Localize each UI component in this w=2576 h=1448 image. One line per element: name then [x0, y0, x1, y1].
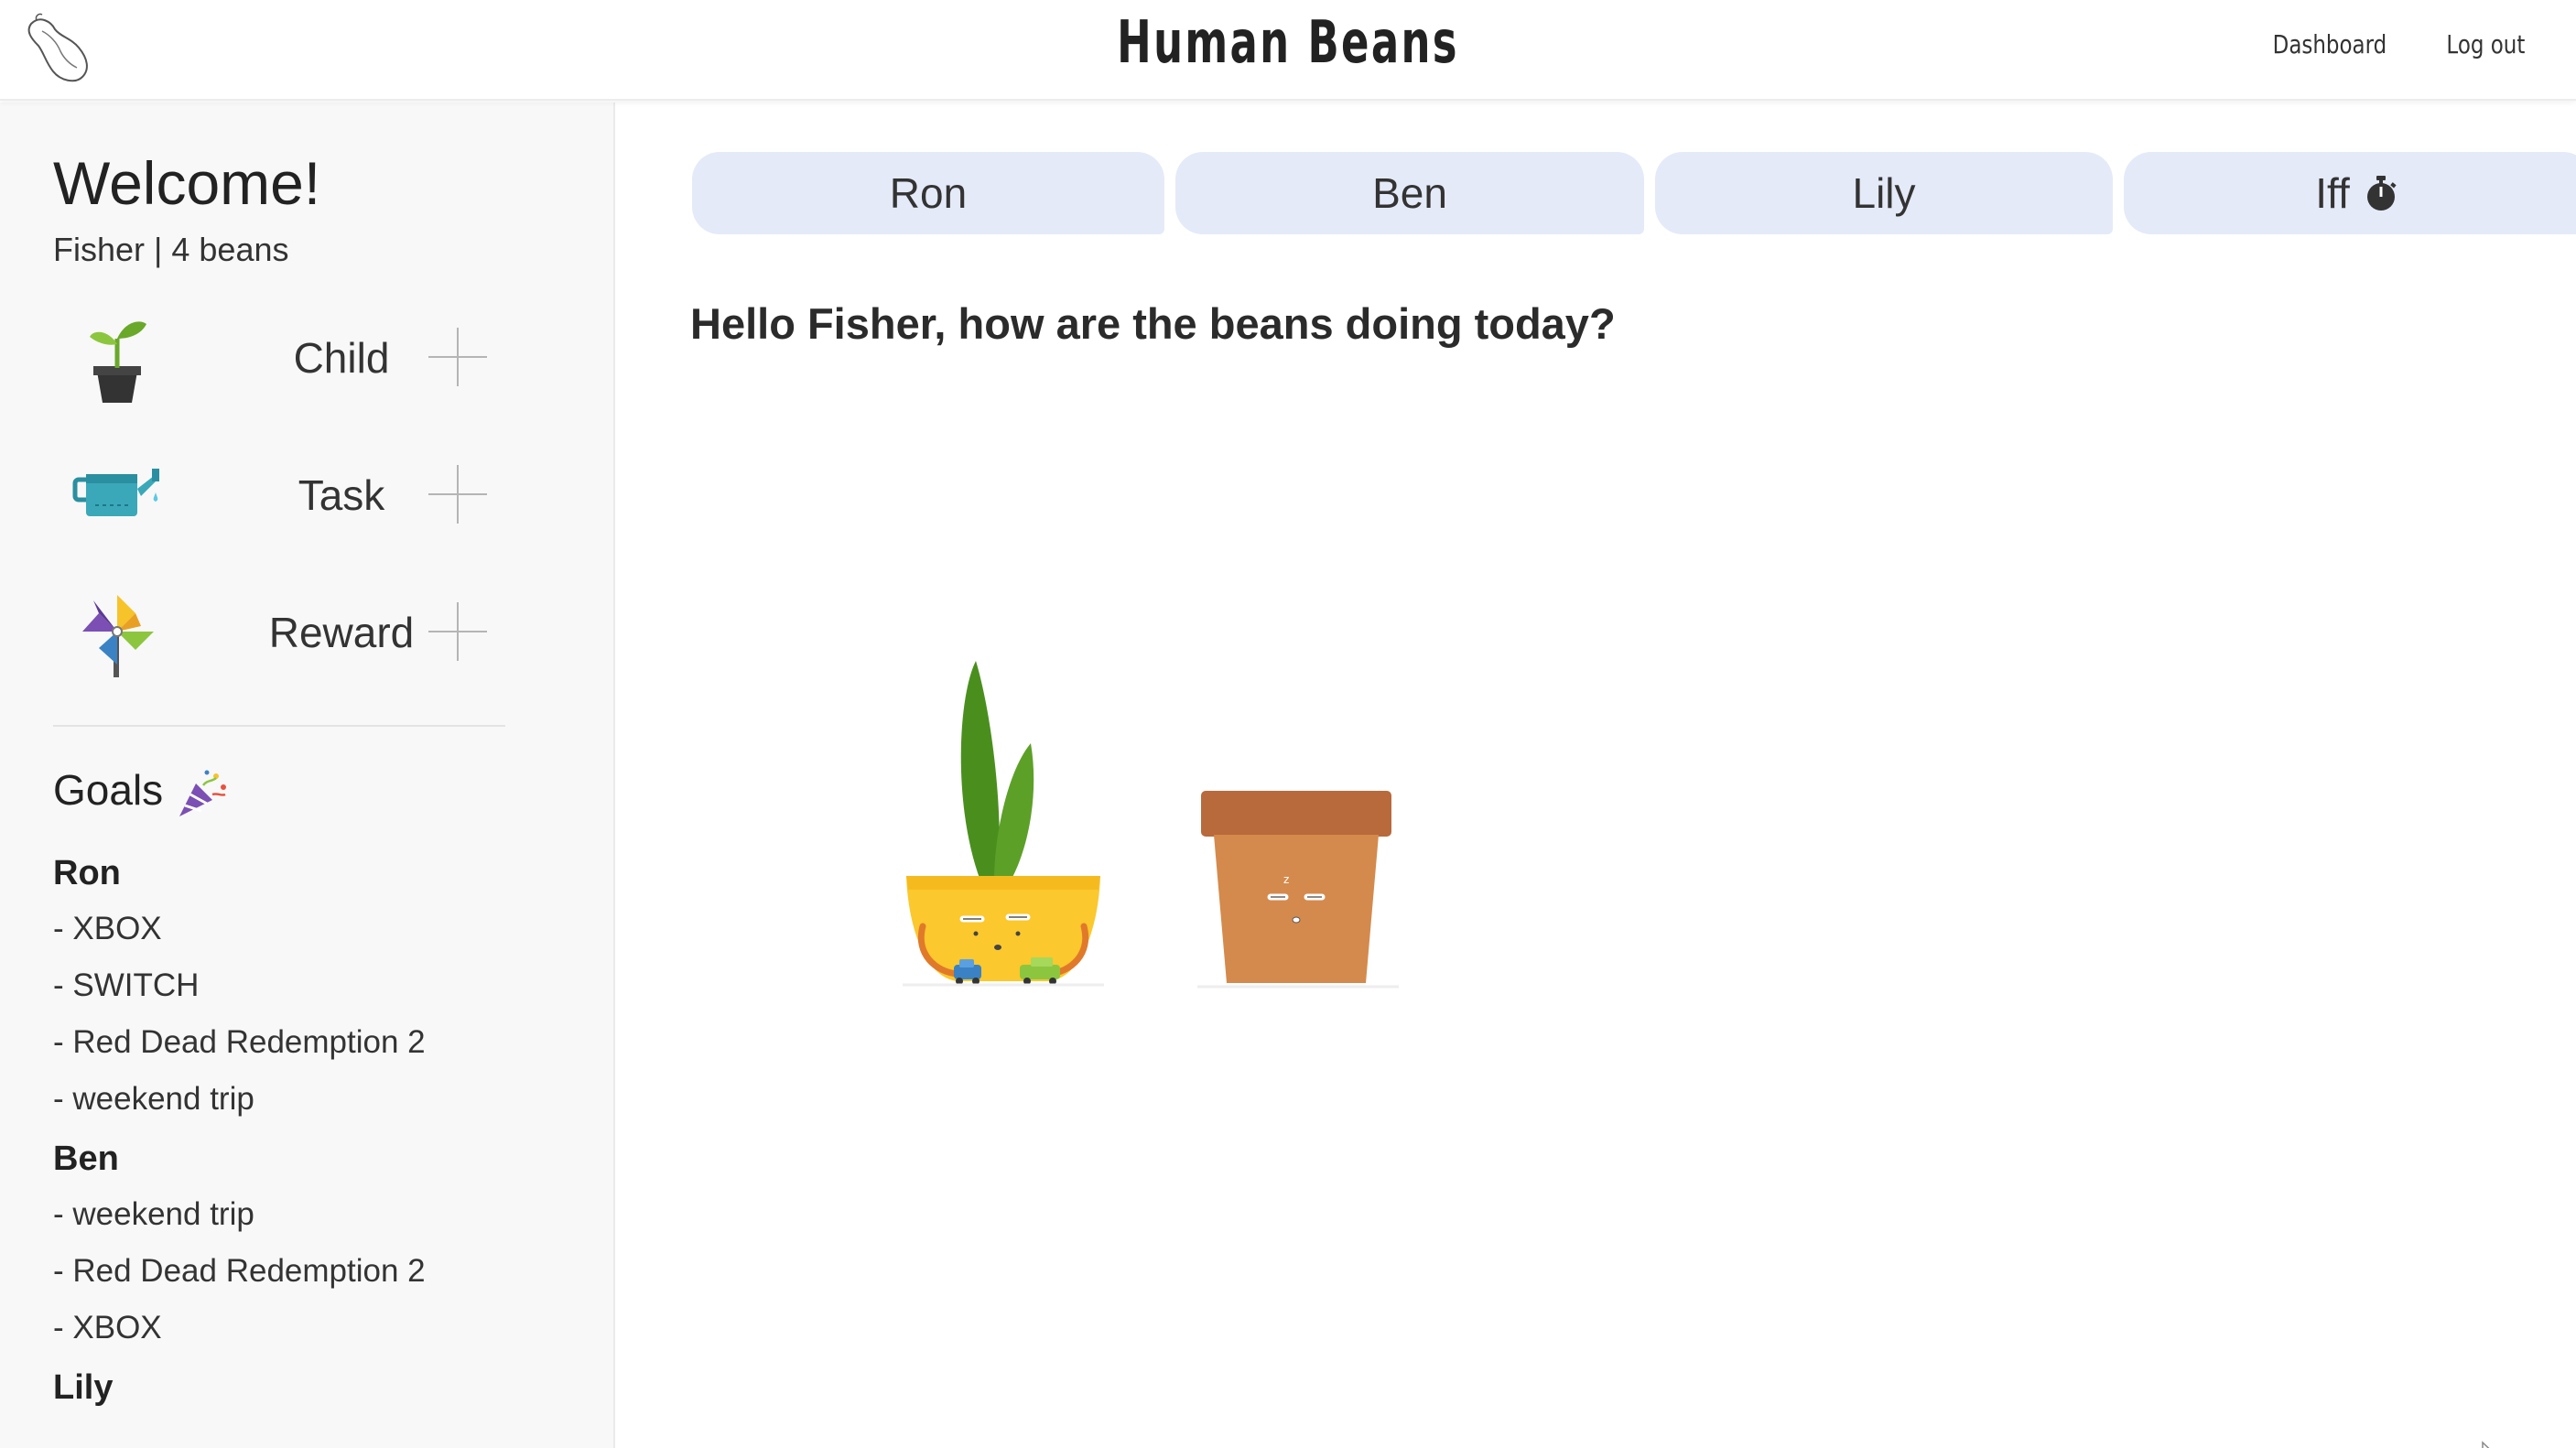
goal-item: - weekend trip	[53, 1196, 254, 1232]
watering-can-icon	[72, 469, 159, 516]
add-reward-row: Reward	[53, 577, 511, 686]
bean-logo-icon[interactable]	[24, 11, 99, 86]
child-tabs: Ron Ben Lily Iff	[692, 152, 2576, 234]
svg-text:z: z	[1283, 873, 1289, 886]
sidebar: Welcome! Fisher | 4 beans Child Task Rew…	[0, 103, 615, 1448]
pinwheel-icon	[82, 595, 154, 677]
goal-child-name: Lily	[53, 1368, 114, 1407]
goal-child-name: Ben	[53, 1140, 119, 1178]
logout-link[interactable]: Log out	[2447, 29, 2526, 59]
goals-list: Ron - XBOX - SWITCH - Red Dead Redemptio…	[53, 842, 566, 1415]
sidebar-divider	[53, 725, 505, 727]
welcome-heading: Welcome!	[53, 149, 321, 217]
top-nav: Dashboard Log out	[2260, 29, 2534, 59]
add-child-label: Child	[293, 334, 390, 382]
main-content: Ron Ben Lily Iff Hello Fisher, how are t…	[617, 103, 2576, 1448]
goal-item: - weekend trip	[53, 1081, 254, 1117]
app-title: Human Beans	[1117, 9, 1459, 77]
add-child-row: Child	[53, 302, 511, 412]
goal-item: - Red Dead Redemption 2	[53, 1024, 426, 1060]
greeting-text: Hello Fisher, how are the beans doing to…	[690, 299, 1616, 348]
bean-plant-terracotta-pot[interactable]: z	[1197, 688, 1399, 990]
user-info: Fisher | 4 beans	[53, 231, 289, 268]
tab-ben[interactable]: Ben	[1175, 152, 1644, 234]
add-task-button[interactable]	[428, 465, 487, 524]
tab-label: Ben	[1372, 169, 1447, 217]
tab-label: Ron	[889, 169, 968, 217]
goal-item: - XBOX	[53, 911, 162, 946]
add-task-label: Task	[298, 471, 385, 519]
tab-label: Iff	[2315, 169, 2350, 217]
tab-label: Lily	[1852, 169, 1916, 217]
stopwatch-icon	[2366, 176, 2397, 211]
add-child-button[interactable]	[428, 328, 487, 386]
goals-heading: Goals	[53, 766, 164, 814]
party-popper-icon	[179, 770, 226, 816]
goal-item: - XBOX	[53, 1310, 162, 1345]
mouse-cursor-icon	[2482, 1441, 2490, 1448]
tab-iff[interactable]: Iff	[2124, 152, 2576, 234]
bean-plant-yellow-pot[interactable]	[903, 560, 1104, 990]
top-header: Human Beans Dashboard Log out	[0, 0, 2576, 101]
seedling-pot-icon	[90, 321, 146, 403]
goal-child-name: Ron	[53, 854, 121, 892]
dashboard-link[interactable]: Dashboard	[2273, 29, 2387, 59]
add-reward-label: Reward	[268, 609, 415, 656]
add-reward-button[interactable]	[428, 602, 487, 661]
goal-item: - SWITCH	[53, 967, 200, 1003]
tab-lily[interactable]: Lily	[1655, 152, 2113, 234]
goal-item: - Red Dead Redemption 2	[53, 1253, 426, 1289]
add-task-row: Task	[53, 439, 511, 549]
tab-ron[interactable]: Ron	[692, 152, 1164, 234]
